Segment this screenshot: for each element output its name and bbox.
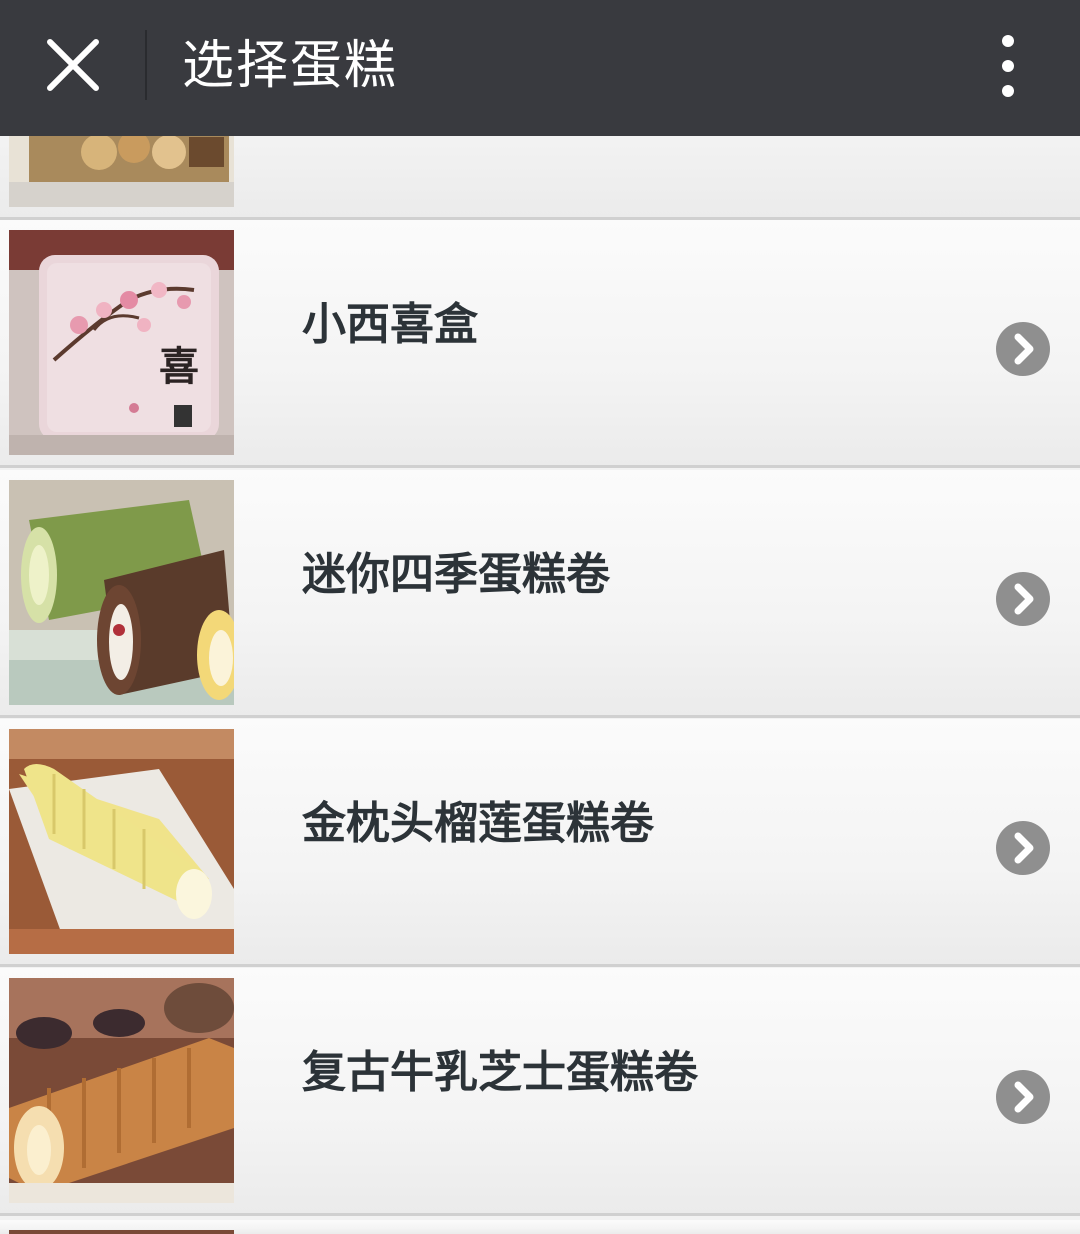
more-vertical-icon[interactable] xyxy=(985,30,1031,102)
durian-roll-thumbnail xyxy=(9,729,234,954)
page-title: 选择蛋糕 xyxy=(182,36,399,96)
chevron-right-circle-icon[interactable] xyxy=(996,821,1050,875)
header-divider xyxy=(145,30,147,100)
chevron-right-circle-icon[interactable] xyxy=(996,322,1050,376)
list-item[interactable]: 喜 小西喜盒 xyxy=(0,220,1080,468)
list-item-label: 复古牛乳芝士蛋糕卷 xyxy=(302,1047,698,1098)
close-icon[interactable] xyxy=(38,30,108,100)
top-bar: 选择蛋糕 xyxy=(0,0,1080,136)
svg-text:喜: 喜 xyxy=(159,343,199,390)
list-item-label: 小西喜盒 xyxy=(302,299,478,350)
chevron-right-circle-icon[interactable] xyxy=(996,1070,1050,1124)
list-item-label: 金枕头榴莲蛋糕卷 xyxy=(302,798,654,849)
list-item-label: 迷你四季蛋糕卷 xyxy=(302,549,610,600)
next-thumbnail xyxy=(9,1230,234,1234)
cheese-roll-thumbnail xyxy=(9,978,234,1203)
list-item[interactable]: 金枕头榴莲蛋糕卷 xyxy=(0,719,1080,967)
list-item-partial xyxy=(0,1220,1080,1234)
gift-tin-thumbnail: 喜 xyxy=(9,230,234,455)
cake-rolls-thumbnail xyxy=(9,480,234,705)
list-item[interactable]: 复古牛乳芝士蛋糕卷 xyxy=(0,968,1080,1216)
chevron-right-circle-icon[interactable] xyxy=(996,572,1050,626)
list-item[interactable]: 迷你四季蛋糕卷 xyxy=(0,470,1080,718)
